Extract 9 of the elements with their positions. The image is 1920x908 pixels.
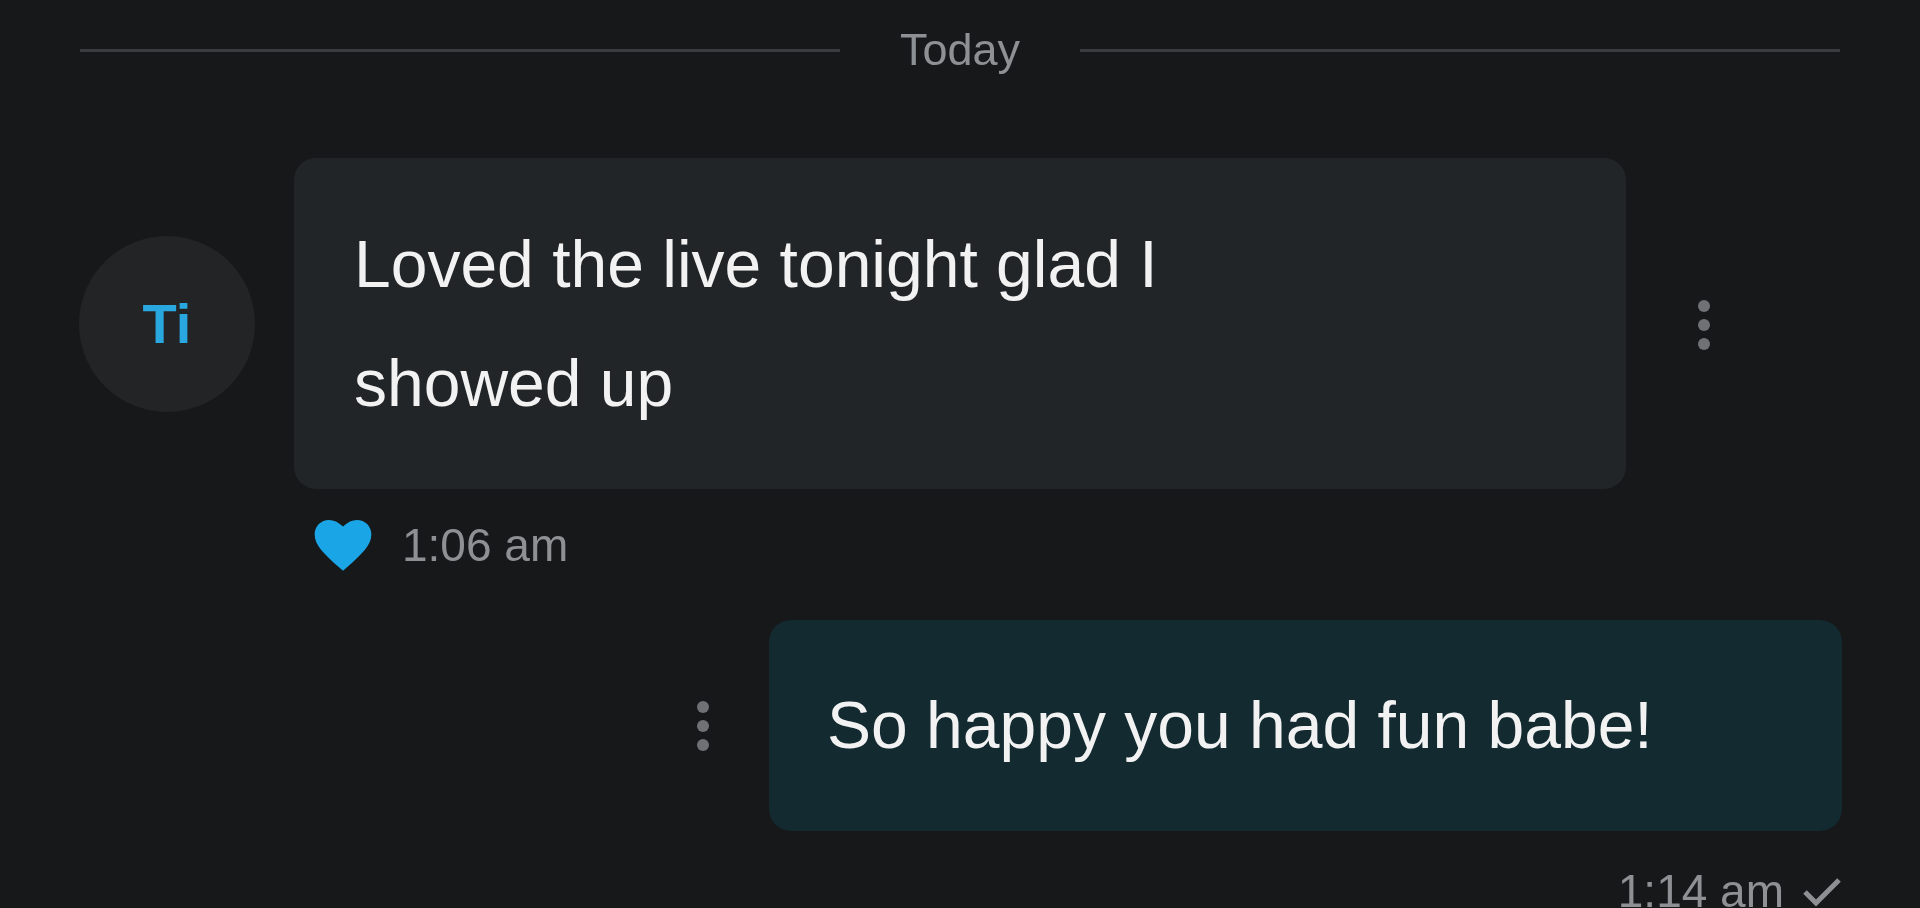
heart-icon[interactable]	[314, 519, 372, 572]
avatar[interactable]: Ti	[79, 235, 255, 412]
message-text: So happy you had fun babe!	[827, 687, 1653, 764]
message-time: 1:14 am	[1617, 864, 1784, 908]
date-divider: Today	[898, 23, 1022, 78]
more-options-icon[interactable]	[695, 698, 711, 753]
message-text: Loved the live tonight glad I showed up	[354, 225, 1159, 422]
more-options-icon[interactable]	[1696, 297, 1712, 352]
message-time: 1:06 am	[402, 518, 569, 573]
